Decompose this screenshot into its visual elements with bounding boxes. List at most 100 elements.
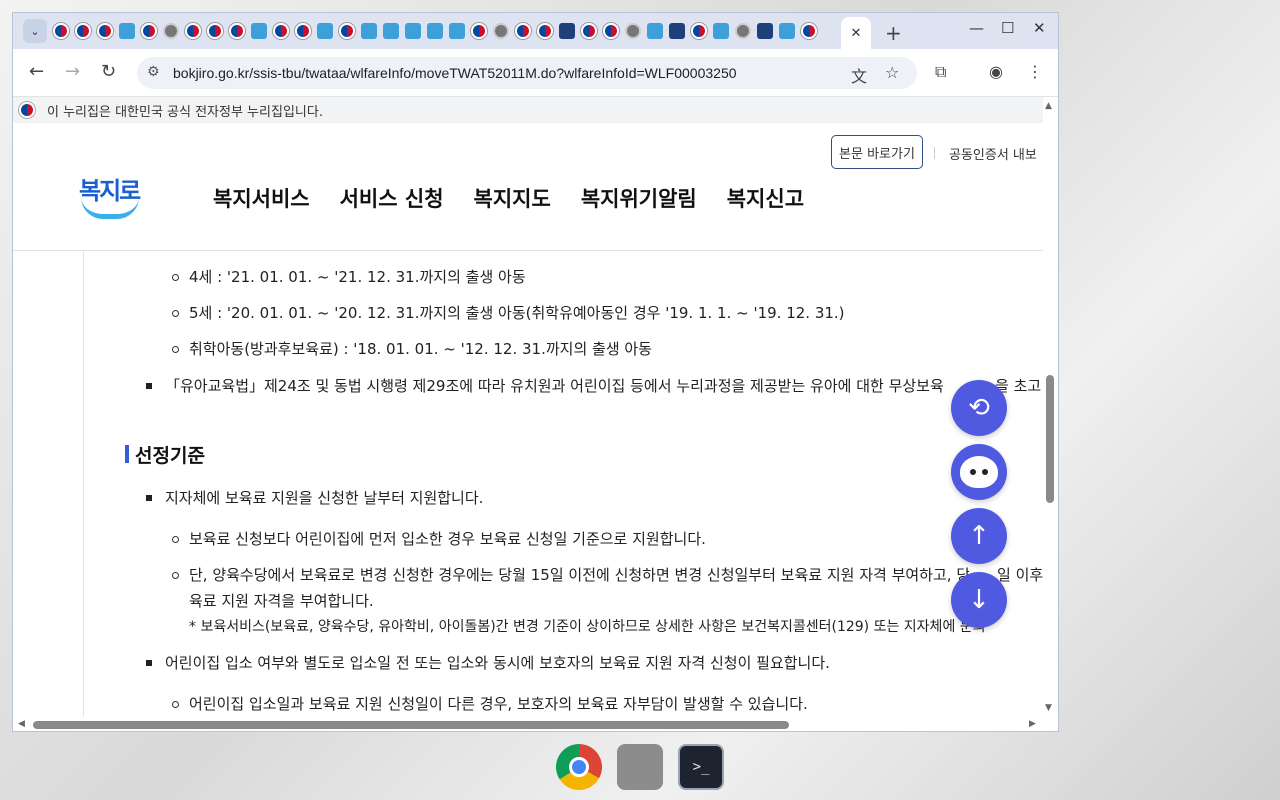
chatbot-button[interactable] [951,444,1007,500]
nav-welfare-services[interactable]: 복지서비스 [213,183,310,213]
tab-favicon[interactable] [141,23,157,39]
nav-welfare-map[interactable]: 복지지도 [474,183,551,213]
tab-favicon[interactable] [625,23,641,39]
recent-history-button[interactable]: ⟲ [951,380,1007,436]
tab-favicon[interactable] [647,23,663,39]
url-text[interactable]: bokjiro.go.kr/ssis-tbu/twataa/wlfareInfo… [173,65,737,81]
vertical-scroll-thumb[interactable] [1046,375,1054,503]
square-bullet [146,383,152,389]
criteria-1b-line1: 단, 양육수당에서 보육료로 변경 신청한 경우에는 당월 15일 이전에 신청… [189,566,969,584]
tab-favicon[interactable] [273,23,289,39]
address-bar[interactable]: ⚙ bokjiro.go.kr/ssis-tbu/twataa/wlfareIn… [137,57,917,89]
tab-favicon[interactable] [603,23,619,39]
arrow-down-icon: ↓ [968,585,990,615]
circle-bullet [172,701,179,708]
tab-favicon[interactable] [119,23,135,39]
extensions-icon[interactable]: ⧉ [935,62,946,82]
criteria-2: 어린이집 입소 여부와 별도로 입소일 전 또는 입소와 동시에 보호자의 보육… [165,654,830,672]
tab-favicon[interactable] [317,23,333,39]
skip-to-content-button[interactable]: 본문 바로가기 [831,135,923,169]
section-title: 선정기준 [135,445,205,467]
tab-favicon[interactable] [537,23,553,39]
chrome-dock-icon[interactable] [556,744,602,790]
tab-favicon[interactable] [559,23,575,39]
tab-favicon[interactable] [97,23,113,39]
scroll-left-arrow-icon[interactable]: ◀ [18,719,25,729]
site-info-icon[interactable]: ⚙ [147,64,160,80]
circle-bullet [172,572,179,579]
new-tab-button[interactable]: + [885,21,902,45]
tab-favicon[interactable] [207,23,223,39]
tab-favicon[interactable] [53,23,69,39]
reload-icon[interactable]: ↻ [101,61,116,82]
browser-toolbar: ← → ↻ ⚙ bokjiro.go.kr/ssis-tbu/twataa/wl… [13,49,1058,97]
tab-favicon[interactable] [295,23,311,39]
minimize-icon[interactable]: — [969,19,984,37]
divider [934,147,935,159]
horizontal-scroll-thumb[interactable] [33,721,789,729]
certificate-export-link[interactable]: 공동인증서 내보 [949,144,1037,163]
scroll-down-arrow-icon[interactable]: ▼ [1045,703,1052,713]
tab-favicon[interactable] [515,23,531,39]
scroll-up-arrow-icon[interactable]: ▲ [1045,101,1052,111]
tab-favicon[interactable] [339,23,355,39]
active-tab-close-button[interactable]: ✕ [841,17,871,49]
chrome-center [569,757,589,777]
tab-favicon[interactable] [75,23,91,39]
arrow-up-icon: ↑ [968,521,990,551]
age-line-4: 4세 : '21. 01. 01. ~ '21. 12. 31.까지의 출생 아… [189,268,526,286]
scroll-right-arrow-icon[interactable]: ▶ [1029,719,1036,729]
bokjiro-logo[interactable]: 복지로 [79,171,143,227]
tab-favicon[interactable] [449,23,465,39]
tab-favicon[interactable] [493,23,509,39]
tab-favicon[interactable] [185,23,201,39]
pinned-tab-favicons [53,23,820,39]
tab-favicon[interactable] [713,23,729,39]
tab-search-icon[interactable]: ⌄ [23,19,47,43]
tab-favicon[interactable] [405,23,421,39]
criteria-1a: 보육료 신청보다 어린이집에 먼저 입소한 경우 보육료 신청일 기준으로 지원… [189,530,706,548]
criteria-1b-note: * 보육서비스(보육료, 양육수당, 유아학비, 아이돌봄)간 변경 기준이 상… [189,619,986,635]
tab-favicon[interactable] [669,23,685,39]
close-window-icon[interactable]: ✕ [1033,19,1046,37]
korea-flag-icon [19,102,35,118]
bookmark-star-icon[interactable]: ☆ [885,63,899,82]
circle-bullet [172,274,179,281]
main-content: 4세 : '21. 01. 01. ~ '21. 12. 31.까지의 출생 아… [13,251,1043,717]
circle-bullet [172,346,179,353]
nav-crisis-alert[interactable]: 복지위기알림 [581,183,697,213]
tab-favicon[interactable] [801,23,817,39]
square-bullet [146,660,152,666]
tab-favicon[interactable] [251,23,267,39]
tool-dock-icon[interactable] [617,744,663,790]
terminal-dock-icon[interactable]: >_ [678,744,724,790]
criteria-1b-line2: 육료 지원 자격을 부여합니다. [189,592,374,610]
tab-favicon[interactable] [691,23,707,39]
nav-service-apply[interactable]: 서비스 신청 [340,183,444,213]
age-line-5: 5세 : '20. 01. 01. ~ '20. 12. 31.까지의 출생 아… [189,304,845,322]
tab-favicon[interactable] [471,23,487,39]
circle-bullet [172,536,179,543]
scroll-top-button[interactable]: ↑ [951,508,1007,564]
tab-favicon[interactable] [757,23,773,39]
gov-banner: 이 누리집은 대한민국 공식 전자정부 누리집입니다. [13,97,1043,123]
tab-favicon[interactable] [229,23,245,39]
tab-favicon[interactable] [735,23,751,39]
tab-strip: ⌄ ✕ + — ☐ ✕ [13,13,1058,49]
nav-welfare-report[interactable]: 복지신고 [727,183,804,213]
tab-favicon[interactable] [581,23,597,39]
tab-favicon[interactable] [779,23,795,39]
forward-icon[interactable]: → [65,61,80,82]
profile-icon[interactable]: ◉ [989,62,1003,81]
criteria-1: 지자체에 보육료 지원을 신청한 날부터 지원합니다. [165,489,484,507]
tab-favicon[interactable] [163,23,179,39]
translate-icon[interactable]: 文 [851,63,867,87]
tab-favicon[interactable] [427,23,443,39]
scroll-bottom-button[interactable]: ↓ [951,572,1007,628]
back-icon[interactable]: ← [29,61,44,82]
tab-favicon[interactable] [361,23,377,39]
gov-banner-text: 이 누리집은 대한민국 공식 전자정부 누리집입니다. [47,104,323,120]
tab-favicon[interactable] [383,23,399,39]
maximize-icon[interactable]: ☐ [1001,19,1014,37]
menu-kebab-icon[interactable]: ⋮ [1027,62,1043,81]
